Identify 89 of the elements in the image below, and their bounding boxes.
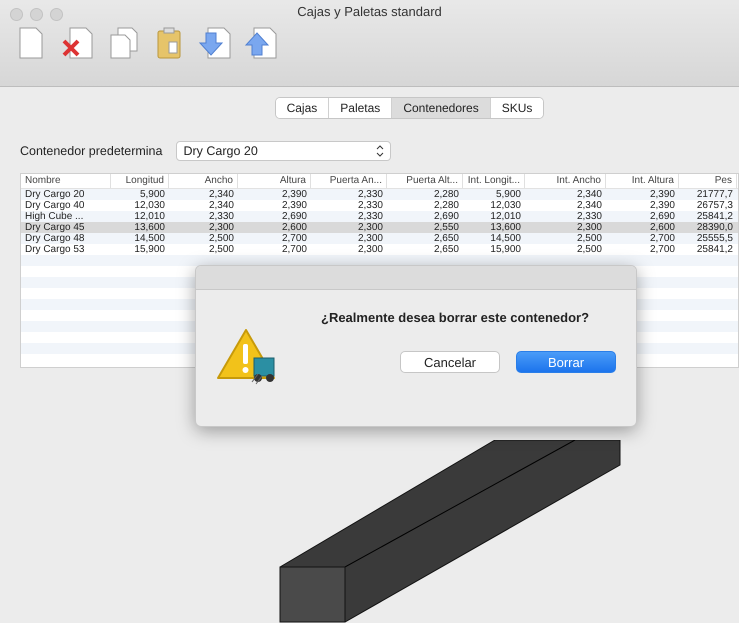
table-cell-text: 2,280 (432, 189, 460, 200)
table-cell-text: 2,300 (356, 244, 384, 255)
table-cell-text: 12,010 (489, 211, 522, 222)
table-cell-text: 2,390 (280, 200, 308, 211)
table-cell-text: 2,330 (356, 200, 384, 211)
table-cell-text: 2,300 (356, 222, 384, 233)
table-cell-text: 2,330 (208, 211, 235, 222)
table-cell-text: 12,010 (133, 211, 166, 222)
column-header[interactable]: Nombre (21, 174, 111, 188)
dialog-message: ¿Realmente desea borrar este contenedor? (321, 310, 590, 325)
column-header[interactable]: Ancho (169, 174, 238, 188)
import-arrow-icon[interactable] (198, 25, 232, 61)
table-cell-text: 2,330 (356, 211, 384, 222)
column-header[interactable]: Int. Altura (606, 174, 679, 188)
table-cell-text: 12,030 (489, 200, 522, 211)
table-cell-text: 2,700 (648, 244, 676, 255)
container-select[interactable]: Dry Cargo 20 (176, 141, 392, 161)
table-cell-text: 2,390 (280, 189, 308, 200)
cancel-button[interactable]: Cancelar (400, 351, 500, 373)
table-cell-text: 2,500 (576, 244, 603, 255)
table-cell-text: 21777,7 (696, 189, 734, 200)
column-header[interactable]: Longitud (111, 174, 169, 188)
zoom-button[interactable] (50, 8, 63, 21)
table-row[interactable]: Dry Cargo 48 14,500 2,500 2,700 2,300 2,650 14,500 2,500 2,700 25555,5 (21, 233, 738, 244)
table-cell-text: 2,340 (208, 189, 235, 200)
table-cell-text: High Cube ... (24, 211, 84, 222)
table-cell-text: 2,500 (208, 244, 235, 255)
tab[interactable]: SKUs (490, 98, 544, 118)
tab[interactable]: Contenedores (391, 98, 490, 118)
table-cell-text: Dry Cargo 45 (24, 222, 86, 233)
column-header[interactable]: Pes (679, 174, 737, 188)
delete-button[interactable]: Borrar (516, 351, 616, 373)
table-cell-text: 2,500 (208, 233, 235, 244)
table-cell-text: 2,690 (432, 211, 460, 222)
table-cell-text: Dry Cargo 48 (24, 233, 86, 244)
field-label: Contenedor predetermina (20, 144, 162, 158)
table-cell-text: 2,330 (356, 189, 384, 200)
window-title: Cajas y Paletas standard (297, 3, 442, 19)
table-cell-text: 2,330 (576, 211, 603, 222)
table-row[interactable]: Dry Cargo 45 13,600 2,300 2,600 2,300 2,550 13,600 2,300 2,600 28390,0 (21, 222, 738, 233)
column-header[interactable]: Int. Ancho (525, 174, 606, 188)
table-cell-text: 2,300 (356, 233, 384, 244)
column-header[interactable]: Puerta Alt... (387, 174, 463, 188)
table-cell-text: 2,300 (576, 222, 603, 233)
table-cell-text: 2,600 (280, 222, 308, 233)
table-cell-text: 5,900 (138, 189, 166, 200)
column-header[interactable]: Puerta An... (311, 174, 387, 188)
table-cell-text: 2,500 (576, 233, 603, 244)
table-cell-text: 2,340 (576, 200, 603, 211)
table-row[interactable]: Dry Cargo 20 5,900 2,340 2,390 2,330 2,280 5,900 2,340 2,390 21777,7 (21, 189, 738, 200)
table-cell-text: 2,550 (432, 222, 460, 233)
table-cell-text: 2,650 (432, 244, 460, 255)
table-cell-text: 5,900 (494, 189, 522, 200)
table-cell-text: 25555,5 (696, 233, 734, 244)
table-cell-text: 14,500 (133, 233, 166, 244)
table-cell-text: 2,700 (280, 233, 308, 244)
table-cell-text: 2,600 (648, 222, 676, 233)
table-cell-text: 13,600 (133, 222, 166, 233)
table-cell-text: 13,600 (489, 222, 522, 233)
table-cell-text: 25841,2 (696, 211, 734, 222)
column-header[interactable]: Int. Longit... (463, 174, 525, 188)
table-cell-text: 2,280 (432, 200, 460, 211)
table-cell-text: 12,030 (133, 200, 166, 211)
table-cell-text: 26757,3 (696, 200, 734, 211)
minimize-button[interactable] (30, 8, 43, 21)
table-cell-text: 2,690 (648, 211, 676, 222)
table-cell-text: 2,340 (208, 200, 235, 211)
export-arrow-icon[interactable] (244, 25, 278, 61)
table-cell-text: Dry Cargo 40 (24, 200, 86, 211)
table-cell-text: 2,340 (576, 189, 603, 200)
table-cell-text: 2,650 (432, 233, 460, 244)
stepper-icon (376, 145, 384, 157)
table-cell-text: 14,500 (489, 233, 522, 244)
column-header[interactable]: Altura (238, 174, 311, 188)
table-cell-text: 2,390 (648, 200, 676, 211)
close-button[interactable] (10, 8, 23, 21)
table-cell-text: 15,900 (133, 244, 166, 255)
table-cell-text: 25841,2 (696, 244, 734, 255)
table-cell-text: 2,700 (648, 233, 676, 244)
table-cell-text: 2,690 (280, 211, 308, 222)
table-cell-text: 2,390 (648, 189, 676, 200)
delete-document-icon[interactable] (60, 25, 94, 61)
table-cell-text: 2,700 (280, 244, 308, 255)
table-cell-text: Dry Cargo 20 (24, 189, 86, 200)
table-cell-text: 28390,0 (696, 222, 734, 233)
table-row[interactable]: High Cube ... 12,010 2,330 2,690 2,330 2,690 12,010 2,330 2,690 25841,2 (21, 211, 738, 222)
table-cell-text: 15,900 (489, 244, 522, 255)
table-cell-text: 2,300 (208, 222, 235, 233)
table-cell-text: Dry Cargo 53 (24, 244, 86, 255)
